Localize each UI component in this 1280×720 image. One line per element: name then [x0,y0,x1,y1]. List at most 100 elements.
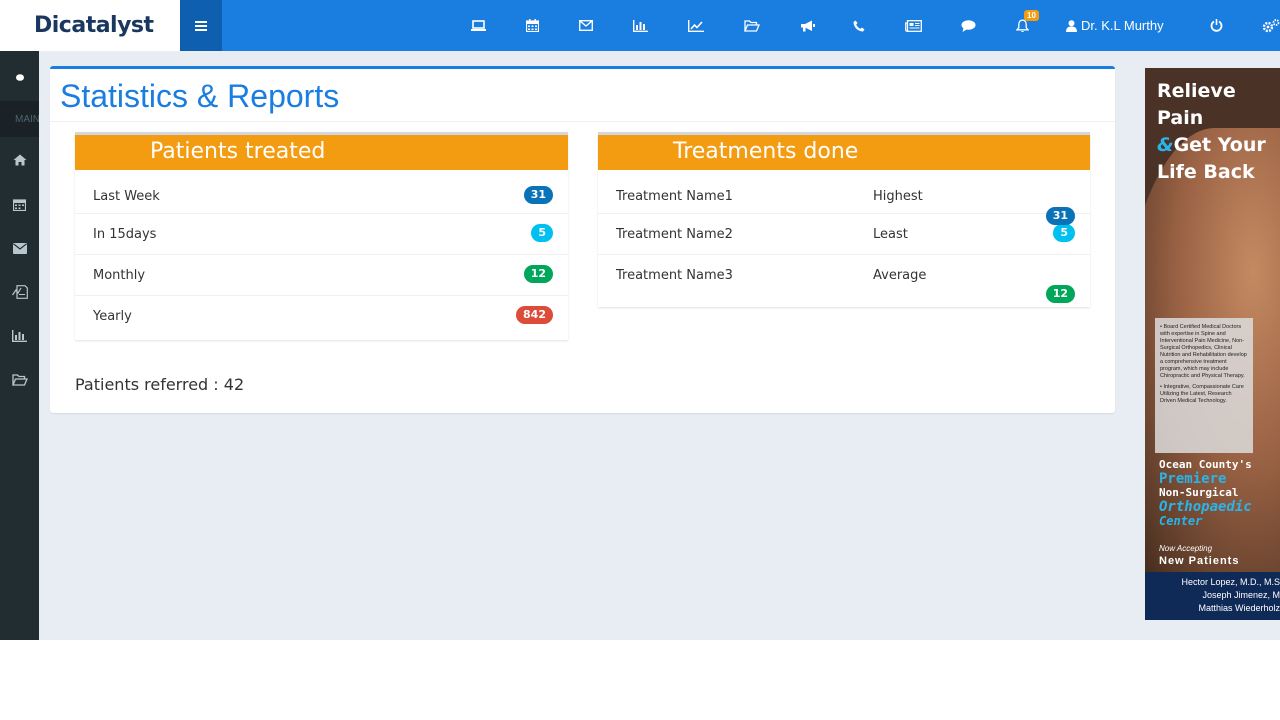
bar-chart-icon [12,330,27,342]
nav-mail-button[interactable] [568,0,604,51]
top-navbar: Dicatalyst 10 Dr. K.L Murthy [0,0,1280,51]
power-icon [1210,19,1222,32]
settings-button[interactable] [1252,0,1280,51]
count-badge: 5 [1053,224,1075,242]
phone-icon [853,20,865,31]
logout-button[interactable] [1198,0,1234,51]
nav-line-chart-button[interactable] [678,0,714,51]
ad-doctor-2: Joseph Jimenez, M [1202,590,1280,600]
ad-info-box: • Board Certified Medical Doctors with e… [1155,318,1253,453]
statistics-card: Statistics & Reports Patients treated La… [50,66,1115,413]
envelope-icon [12,242,27,254]
treatments-done-panel: Treatments done Treatment Name1 Highest … [598,132,1090,307]
ad-accepting: Now Accepting [1159,544,1213,553]
count-badge: 842 [516,306,553,324]
ad-line-5: Center [1159,514,1203,528]
folder-open-icon [11,374,28,386]
ad-line-3: Non-Surgical [1159,486,1239,499]
list-item[interactable]: Last Week 31 [75,170,568,214]
nav-laptop-button[interactable] [460,0,496,51]
count-badge: 5 [531,224,553,242]
ad-line-2: Premiere [1159,471,1227,487]
row-label: Last Week [93,189,160,204]
bullhorn-icon [800,20,815,31]
list-item[interactable]: Monthly 12 [75,255,568,296]
treatment-name: Treatment Name3 [616,268,733,283]
user-menu[interactable]: Dr. K.L Murthy [1066,0,1164,51]
nav-news-button[interactable] [895,0,931,51]
treatments-done-title: Treatments done [598,132,1090,170]
patients-referred: Patients referred : 42 [75,375,245,394]
ad-headline-line3: Life Back [1157,161,1255,183]
nav-phone-button[interactable] [841,0,877,51]
laptop-icon [470,20,486,31]
ad-bullet-1: • Board Certified Medical Doctors with e… [1160,324,1247,379]
calendar-icon [525,19,539,32]
sidebar-item-mail[interactable] [0,226,39,270]
row-label: In 15days [93,227,157,242]
ad-doctors: Hector Lopez, M.D., M.S Joseph Jimenez, … [1145,572,1280,620]
logo-text: Dicatalyst [34,13,154,38]
sidebar-item-documents[interactable] [0,270,39,314]
count-badge: 12 [1045,285,1075,303]
sidebar: MAIN [0,51,39,640]
treatment-name: Treatment Name2 [616,227,733,242]
row-label: Yearly [93,309,132,324]
advertisement-banner[interactable]: Relieve Pain &Get Your Life Back • Board… [1145,68,1280,620]
circle-icon [15,73,24,81]
ad-doctor-1: Hector Lopez, M.D., M.S [1181,577,1280,587]
folder-open-icon [744,19,760,32]
list-item[interactable]: Yearly 842 [75,296,568,337]
ad-center-text: Ocean County's Premiere Non-Surgical Ort… [1145,458,1280,528]
nav-chat-button[interactable] [950,0,986,51]
envelope-icon [579,20,593,31]
bar-chart-icon [632,19,648,32]
treatment-level: Least [873,227,908,242]
ad-new-patients: New Patients [1159,555,1240,567]
hamburger-icon [195,20,207,31]
ad-headline-line2: Get Your [1173,134,1266,156]
row-label: Monthly [93,268,146,283]
sidebar-item-calendar[interactable] [0,182,39,226]
newspaper-icon [904,19,922,32]
nav-announce-button[interactable] [789,0,825,51]
list-item[interactable]: Treatment Name2 Least 5 [598,214,1090,255]
count-badge: 31 [1045,207,1075,225]
patients-treated-title: Patients treated [75,132,568,170]
sidebar-item-files[interactable] [0,358,39,402]
ad-doctor-3: Matthias Wiederholz [1198,603,1280,613]
list-item[interactable]: Treatment Name1 Highest 31 [598,170,1090,225]
calendar-icon [13,198,26,211]
sidebar-toggle-button[interactable] [180,0,222,51]
ad-headline-line1: Relieve Pain [1157,80,1236,129]
treatment-level: Highest [873,189,923,204]
logo[interactable]: Dicatalyst [0,0,180,51]
ad-headline: Relieve Pain &Get Your Life Back [1157,78,1280,186]
ad-line-1: Ocean County's [1159,458,1252,471]
user-icon [1066,19,1077,32]
pdf-file-icon [11,285,28,299]
nav-bar-chart-button[interactable] [622,0,658,51]
sidebar-section-header: MAIN [0,101,39,137]
treatment-name: Treatment Name1 [616,189,733,204]
patients-treated-panel: Patients treated Last Week 31 In 15days … [75,132,568,340]
ad-line-4: Orthopaedic [1159,499,1252,515]
count-badge: 31 [523,186,553,204]
list-item[interactable]: Treatment Name3 Average 12 [598,255,1090,303]
nav-calendar-button[interactable] [514,0,550,51]
count-badge: 12 [523,265,553,283]
line-chart-icon [688,19,704,32]
app-window: Dicatalyst 10 Dr. K.L Murthy MAIN Statis… [0,0,1280,640]
sidebar-user-status[interactable] [0,55,39,99]
nav-folder-button[interactable] [734,0,770,51]
user-name: Dr. K.L Murthy [1081,18,1164,33]
notifications-button[interactable]: 10 [1004,0,1040,51]
page-title: Statistics & Reports [60,78,340,114]
sidebar-item-home[interactable] [0,138,39,182]
ad-ampersand: & [1157,134,1174,156]
gears-icon [1262,18,1280,32]
list-item[interactable]: In 15days 5 [75,214,568,255]
sidebar-item-reports[interactable] [0,314,39,358]
home-icon [13,154,26,166]
comment-icon [961,19,975,32]
